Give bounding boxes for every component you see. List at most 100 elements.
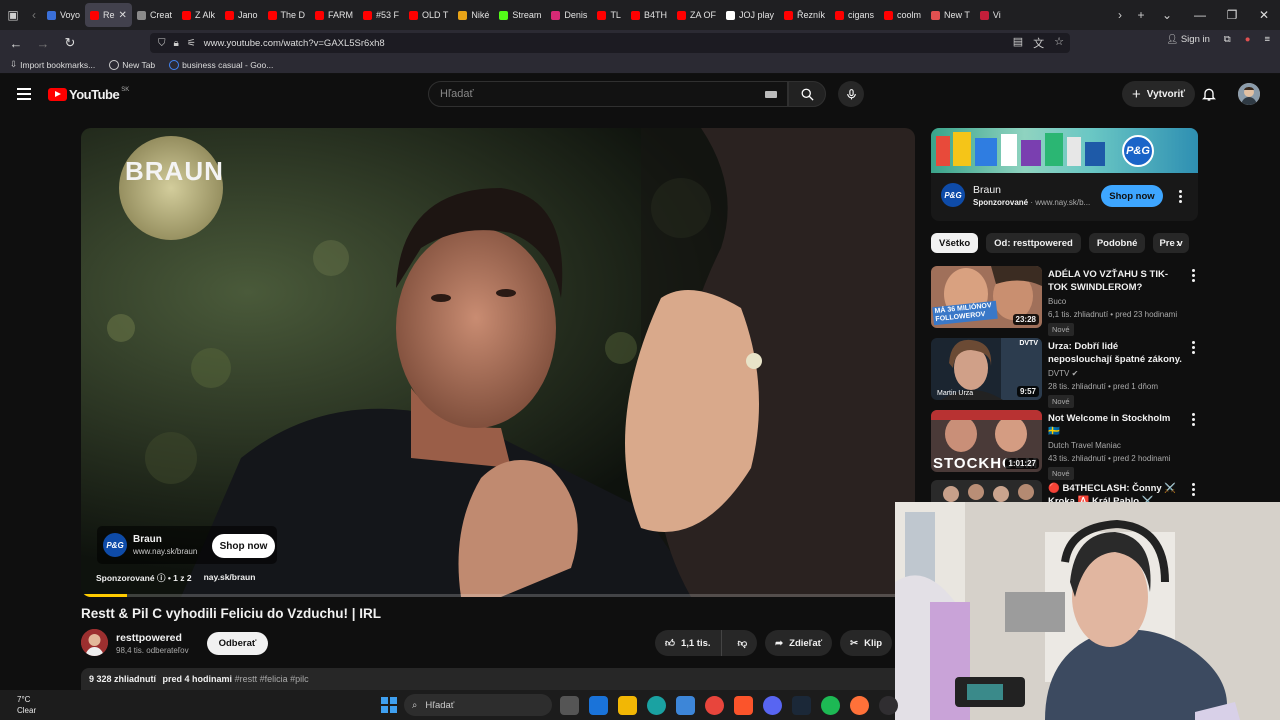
shop-now-button[interactable]: Shop now [212, 534, 275, 558]
brave-icon[interactable] [734, 696, 753, 715]
video-thumbnail[interactable]: MÁ 36 MILIÓNOV FOLLOWEROV 23:28 [931, 266, 1042, 328]
extension-colorful-icon[interactable]: ● [1245, 34, 1251, 45]
browser-tab[interactable]: B4TH [626, 3, 672, 27]
spotify-icon[interactable] [821, 696, 840, 715]
more-actions-icon[interactable] [1190, 483, 1196, 496]
sidebar-ad-banner[interactable]: P&G [931, 128, 1198, 173]
tab-list-dropdown-icon[interactable]: ⌄ [1154, 0, 1180, 30]
sidebar-ad-more-icon[interactable] [1177, 190, 1183, 203]
chip-all[interactable]: Všetko [931, 233, 979, 253]
browser-tab[interactable]: Re ✕ [85, 3, 132, 27]
chip-from-channel[interactable]: Od: resttpowered [986, 233, 1081, 253]
taskbar-search[interactable]: ⌕ Hľadať [404, 694, 552, 716]
discord-icon[interactable] [763, 696, 782, 715]
browser-tab[interactable]: The D [263, 3, 311, 27]
video-player[interactable]: BRAUN P&G Braun www.nay.sk/braun Shop no… [81, 128, 915, 597]
chip-for-you[interactable]: Pre v [1153, 233, 1190, 253]
subscribe-button[interactable]: Odberať [207, 632, 268, 655]
edge-icon[interactable] [647, 696, 666, 715]
browser-tab[interactable]: JOJ play [721, 3, 779, 27]
extensions-icon[interactable]: ⧉ [1224, 34, 1231, 45]
close-window-icon[interactable]: ✕ [1248, 0, 1280, 30]
browser-tab[interactable]: coolm [879, 3, 926, 27]
more-actions-icon[interactable] [1190, 341, 1196, 354]
channel-name[interactable]: resttpowered [116, 632, 182, 644]
more-actions-icon[interactable] [1190, 269, 1196, 282]
tab-overview-icon[interactable]: ▣ [0, 0, 26, 30]
new-tab-icon[interactable]: + [1128, 0, 1154, 30]
bookmark-star-icon[interactable]: ☆ [1054, 35, 1064, 51]
chip-related[interactable]: Podobné [1088, 233, 1146, 253]
back-icon[interactable]: ← [4, 31, 28, 55]
bookmark-import[interactable]: ⇩ Import bookmarks... [10, 59, 95, 70]
list-item[interactable]: 🔴 B4THECLASH: Čonny ⚔️ Kroka 🅰️ Král Pab… [931, 480, 1201, 502]
video-title[interactable]: 🔴 B4THECLASH: Čonny ⚔️ Kroka 🅰️ Král Pab… [1048, 482, 1182, 502]
reader-view-icon[interactable]: ▤ [1013, 35, 1023, 51]
hashtags[interactable]: #restt #felicia #pilc [235, 674, 309, 684]
more-actions-icon[interactable] [1190, 413, 1196, 426]
permissions-icon[interactable]: ⚟ [187, 38, 196, 49]
browser-tab[interactable]: Niké [453, 3, 494, 27]
channel-name[interactable]: DVTV [1048, 369, 1069, 378]
channel-name[interactable]: Buco [1048, 297, 1182, 306]
video-title[interactable]: ADÉLA VO VZŤAHU S TIK-TOK SWINDLEROM? [1048, 268, 1182, 294]
browser-tab[interactable]: Voyo [42, 3, 85, 27]
browser-tab[interactable]: Creat [132, 3, 177, 27]
account-button[interactable]: 👤︎ Sign in [1166, 34, 1210, 45]
weather-widget[interactable]: 7°C Clear [17, 694, 36, 716]
like-button[interactable]: 👍︎ 1,1 tis. [655, 630, 722, 656]
bookmark-new-tab[interactable]: New Tab [109, 59, 155, 70]
reload-icon[interactable]: ↻ [58, 31, 82, 55]
browser-tab[interactable]: #53 F [358, 3, 404, 27]
ad-domain-link[interactable]: nay.sk/braun [204, 572, 256, 584]
share-button[interactable]: ➦ Zdieľať [765, 630, 833, 656]
clip-button[interactable]: ✂ Klip [840, 630, 893, 656]
url-text[interactable]: www.youtube.com/watch?v=GAXL5Sr6xh8 [204, 38, 385, 49]
chrome-icon[interactable] [705, 696, 724, 715]
sidebar-shop-now-button[interactable]: Shop now [1101, 185, 1163, 207]
tabs-scroll-left-icon[interactable]: ‹ [26, 0, 42, 30]
close-tab-icon[interactable]: ✕ [119, 10, 127, 21]
ad-progress-bar[interactable] [81, 594, 915, 597]
list-item[interactable]: DVTV Martin Urza 9:57 Urza: Dobří lidé n… [931, 338, 1201, 408]
browser-tab[interactable]: Jano [220, 3, 263, 27]
dislike-button[interactable]: 👎︎ [728, 637, 758, 649]
keyboard-icon[interactable] [765, 91, 777, 98]
firefox-icon[interactable] [850, 696, 869, 715]
browser-tab[interactable]: Vi [975, 3, 1006, 27]
video-thumbnail[interactable]: STOCKHOLM 1:01:27 [931, 410, 1042, 472]
channel-name[interactable]: Dutch Travel Maniac [1048, 441, 1182, 450]
account-avatar[interactable] [1238, 83, 1260, 105]
browser-tab[interactable]: OLD T [404, 3, 453, 27]
video-title[interactable]: Not Welcome in Stockholm 🇸🇪 [1048, 412, 1182, 438]
list-item[interactable]: STOCKHOLM 1:01:27 Not Welcome in Stockho… [931, 410, 1201, 480]
sidebar-ad[interactable]: P&G P&G Braun Sponzorované · www.nay.sk/… [931, 128, 1198, 221]
notifications-button[interactable] [1201, 86, 1217, 107]
channel-avatar[interactable] [81, 629, 108, 656]
minimize-icon[interactable]: — [1184, 0, 1216, 30]
forward-icon[interactable]: → [31, 31, 55, 55]
browser-tab[interactable]: TL [592, 3, 626, 27]
video-thumbnail[interactable]: DVTV Martin Urza 9:57 [931, 338, 1042, 400]
video-title[interactable]: Urza: Dobří lidé neposlouchají špatné zá… [1048, 340, 1182, 366]
file-explorer-icon[interactable] [618, 696, 637, 715]
browser-tab[interactable]: cigans [830, 3, 879, 27]
browser-tab[interactable]: Z Alk [177, 3, 220, 27]
bookmark-business-casual[interactable]: business casual - Goo... [169, 59, 273, 70]
video-thumbnail[interactable] [931, 480, 1042, 502]
maximize-icon[interactable]: ❐ [1216, 0, 1248, 30]
browser-tab[interactable]: New T [926, 3, 975, 27]
browser-tab[interactable]: Denis [546, 3, 592, 27]
menu-icon[interactable]: ≡ [1264, 34, 1270, 45]
browser-tab[interactable]: Stream [494, 3, 546, 27]
search-input[interactable]: Hľadať [428, 81, 788, 107]
steam-icon[interactable] [792, 696, 811, 715]
translate-icon[interactable]: 文 [1033, 35, 1044, 51]
browser-tab[interactable]: FARM [310, 3, 358, 27]
shield-icon[interactable]: ⛉ [158, 38, 166, 49]
photos-icon[interactable] [676, 696, 695, 715]
store-icon[interactable] [589, 696, 608, 715]
address-bar[interactable]: ⛉ 🔒︎ ⚟ www.youtube.com/watch?v=GAXL5Sr6x… [150, 33, 1070, 53]
guide-menu-icon[interactable] [17, 88, 31, 100]
browser-tab[interactable]: ZA OF [672, 3, 721, 27]
